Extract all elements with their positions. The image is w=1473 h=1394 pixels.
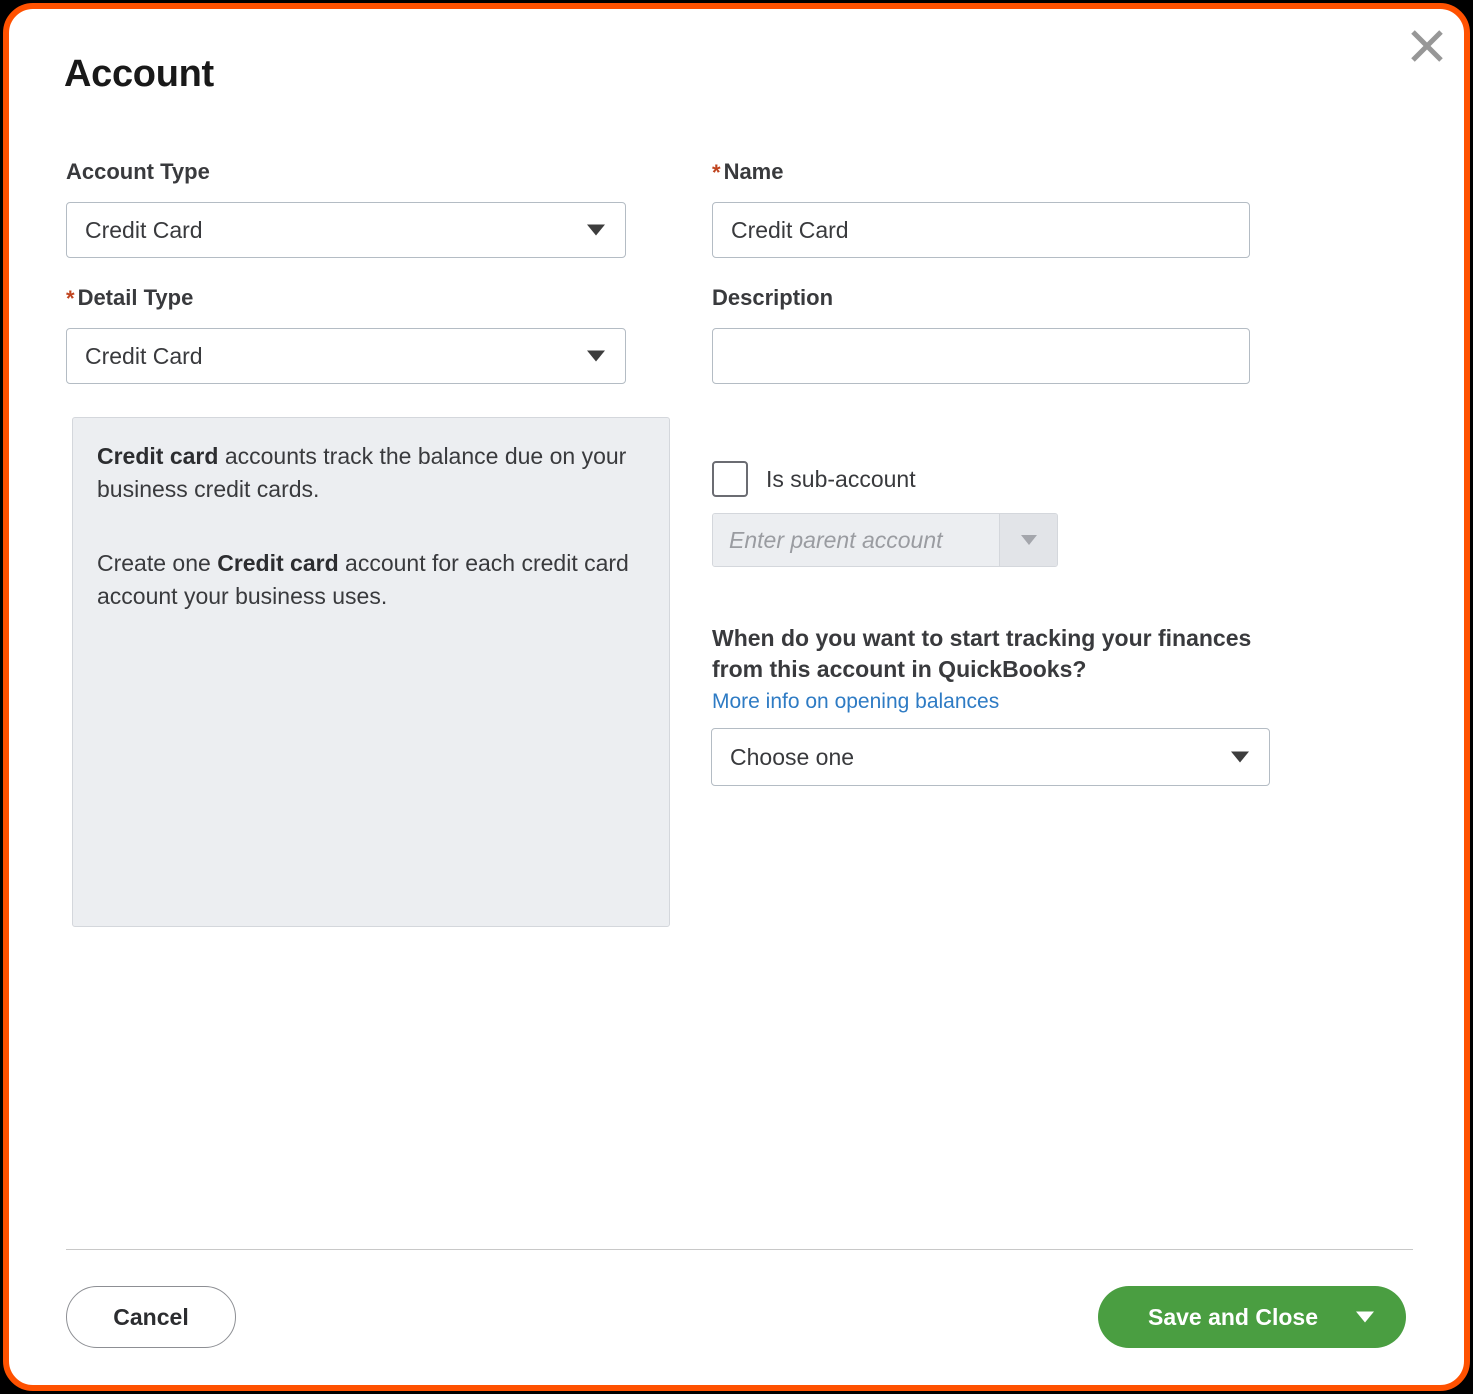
- account-dialog: Account Account Type Credit Card * Detail…: [3, 3, 1470, 1391]
- parent-account-select[interactable]: Enter parent account: [712, 513, 1058, 567]
- is-sub-account-checkbox[interactable]: [712, 461, 748, 497]
- parent-account-dropdown-button[interactable]: [999, 514, 1057, 566]
- account-type-value: Credit Card: [85, 216, 203, 243]
- tracking-question-label: When do you want to start tracking your …: [712, 625, 1252, 682]
- description-field[interactable]: [712, 328, 1250, 384]
- info-p2-pre: Create one: [97, 550, 218, 576]
- required-marker: *: [66, 286, 75, 311]
- name-label: * Name: [712, 159, 783, 186]
- account-type-label-text: Account Type: [66, 159, 210, 184]
- is-sub-account-row: Is sub-account: [712, 461, 916, 497]
- page-title: Account: [64, 53, 214, 95]
- account-type-info-panel: Credit card accounts track the balance d…: [72, 417, 670, 927]
- detail-type-select[interactable]: Credit Card: [66, 328, 626, 384]
- name-label-text: Name: [723, 159, 784, 184]
- account-type-select[interactable]: Credit Card: [66, 202, 626, 258]
- opening-balance-date-value: Choose one: [730, 743, 855, 770]
- more-info-opening-balances-link[interactable]: More info on opening balances: [712, 690, 999, 714]
- is-sub-account-label: Is sub-account: [766, 465, 916, 492]
- parent-account-input[interactable]: Enter parent account: [713, 514, 999, 566]
- description-label: Description: [712, 285, 833, 311]
- detail-type-label: * Detail Type: [66, 285, 193, 312]
- opening-balance-date-select[interactable]: Choose one: [711, 728, 1270, 786]
- info-p2-bold: Credit card: [217, 550, 339, 576]
- description-label-text: Description: [712, 285, 834, 310]
- info-paragraph-2: Create one Credit card account for each …: [97, 547, 645, 613]
- required-marker: *: [712, 160, 721, 185]
- footer-divider: [66, 1249, 1413, 1250]
- chevron-down-icon: [587, 350, 605, 362]
- chevron-down-icon: [587, 224, 605, 236]
- name-field[interactable]: Credit Card: [712, 202, 1250, 258]
- chevron-down-icon: [1020, 535, 1037, 545]
- save-and-close-label: Save and Close: [1147, 1303, 1319, 1330]
- close-icon[interactable]: [1404, 23, 1450, 69]
- save-and-close-button[interactable]: Save and Close: [1098, 1286, 1406, 1348]
- detail-type-value: Credit Card: [85, 342, 203, 369]
- info-p1-bold: Credit card: [97, 443, 219, 469]
- info-paragraph-1: Credit card accounts track the balance d…: [97, 440, 645, 506]
- account-type-label: Account Type: [66, 159, 210, 185]
- chevron-down-icon: [1231, 751, 1249, 763]
- chevron-down-icon[interactable]: [1356, 1311, 1374, 1323]
- cancel-button[interactable]: Cancel: [66, 1286, 236, 1348]
- name-value: Credit Card: [731, 216, 849, 243]
- detail-type-label-text: Detail Type: [77, 285, 194, 310]
